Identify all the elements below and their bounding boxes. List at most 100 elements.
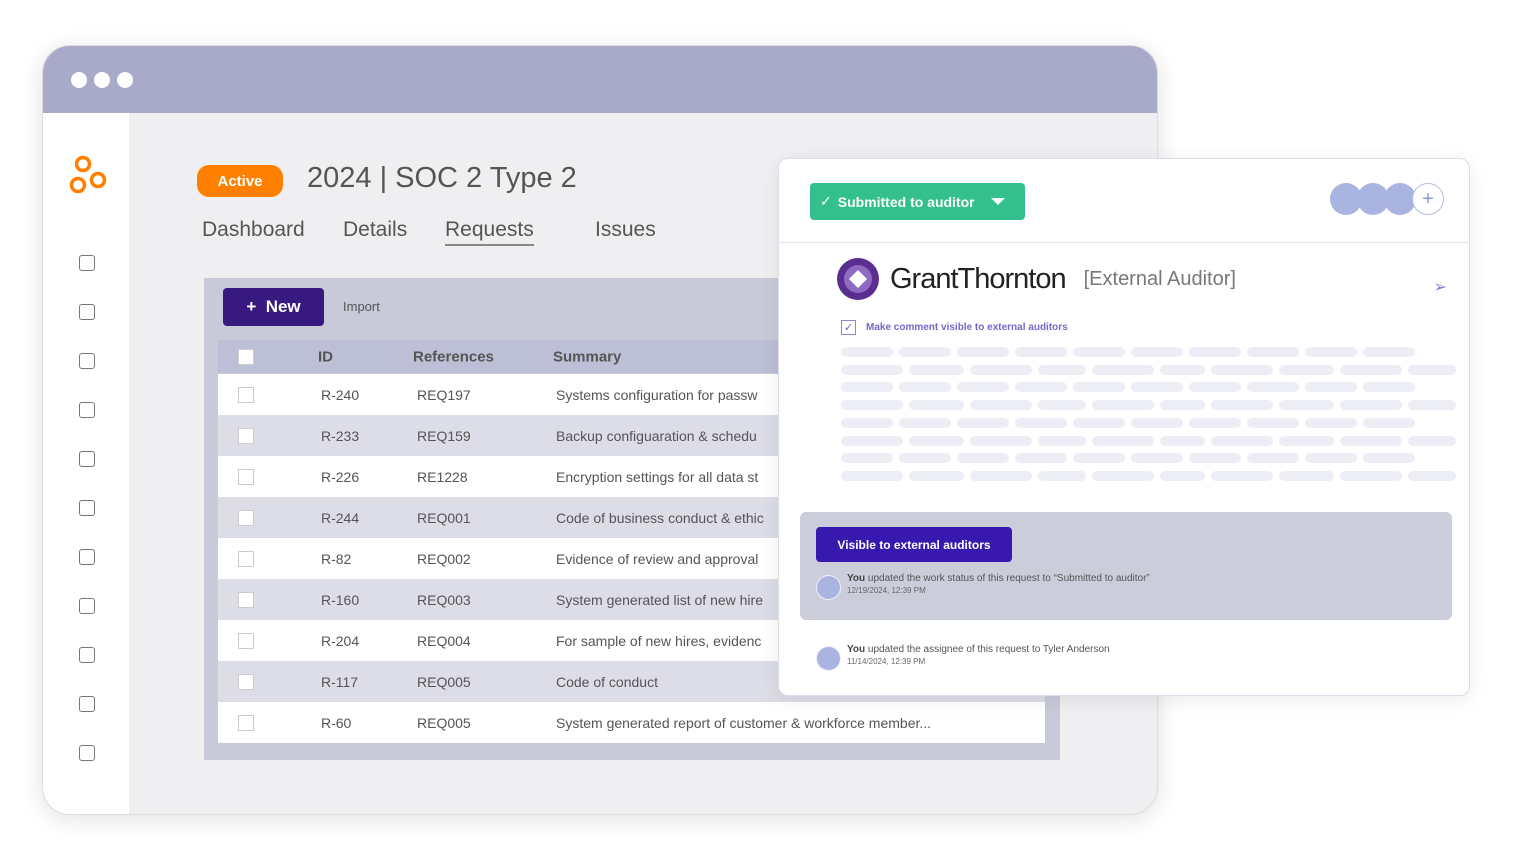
placeholder-bar <box>841 400 903 411</box>
avatar <box>816 646 841 671</box>
app-logo <box>69 155 107 194</box>
row-summary: Code of conduct <box>556 673 658 690</box>
placeholder-bar <box>1073 453 1125 464</box>
status-dropdown[interactable]: ✓ Submitted to auditor <box>810 183 1025 220</box>
divider <box>779 242 1469 243</box>
row-checkbox[interactable] <box>238 632 254 649</box>
row-checkbox[interactable] <box>238 386 254 403</box>
visible-to-auditors-button[interactable]: Visible to external auditors <box>816 527 1012 562</box>
column-id[interactable]: ID <box>318 348 333 365</box>
select-all-checkbox[interactable] <box>238 348 254 365</box>
avatar <box>816 575 841 600</box>
row-reference: REQ005 <box>417 714 471 731</box>
placeholder-bar <box>909 435 964 446</box>
row-checkbox[interactable] <box>238 550 254 567</box>
row-summary: Systems configuration for passw <box>556 386 758 403</box>
cloud-icon[interactable] <box>79 500 95 516</box>
row-reference: REQ001 <box>417 509 471 526</box>
placeholder-bar <box>1092 470 1154 481</box>
placeholder-bar <box>1211 470 1273 481</box>
send-icon[interactable]: ➢ <box>1434 277 1447 297</box>
truck-icon[interactable] <box>79 745 95 761</box>
placeholder-bar <box>1160 400 1205 411</box>
report-icon[interactable] <box>79 549 95 565</box>
placeholder-bar <box>970 364 1032 375</box>
row-checkbox[interactable] <box>238 468 254 485</box>
bookmark-icon[interactable] <box>79 451 95 467</box>
integrations-icon[interactable] <box>79 647 95 663</box>
row-id: R-240 <box>321 386 360 403</box>
placeholder-bar <box>1015 382 1067 393</box>
placeholder-bar <box>1015 453 1067 464</box>
placeholder-bar <box>1211 364 1273 375</box>
placeholder-bar <box>1189 347 1241 357</box>
placeholder-bar <box>1131 347 1183 357</box>
window-maximize-button[interactable] <box>117 71 133 88</box>
window-minimize-button[interactable] <box>94 71 110 88</box>
tab-issues[interactable]: Issues <box>595 218 656 242</box>
new-button[interactable]: + New <box>223 288 324 326</box>
row-summary: Evidence of review and approval <box>556 550 759 567</box>
row-checkbox[interactable] <box>238 714 254 731</box>
placeholder-bar <box>1340 470 1402 481</box>
request-detail-panel: ✓ Submitted to auditor + GrantThornton [… <box>778 158 1470 696</box>
row-checkbox[interactable] <box>238 673 254 690</box>
placeholder-bar <box>1131 382 1183 393</box>
flag-icon[interactable] <box>79 696 95 712</box>
row-summary: System generated report of customer & wo… <box>556 714 932 731</box>
visibility-option[interactable]: ✓ Make comment visible to external audit… <box>841 320 1068 335</box>
tab-dashboard[interactable]: Dashboard <box>202 218 305 242</box>
import-button[interactable]: Import <box>343 299 380 314</box>
placeholder-bar <box>1015 347 1067 357</box>
row-checkbox[interactable] <box>238 591 254 608</box>
dashboard-icon[interactable] <box>79 255 95 271</box>
tab-requests[interactable]: Requests <box>445 218 534 246</box>
row-reference: REQ003 <box>417 591 471 608</box>
row-id: R-117 <box>321 673 359 690</box>
plus-icon: + <box>246 297 266 316</box>
activity-item: You updated the work status of this requ… <box>816 573 1150 600</box>
row-checkbox[interactable] <box>238 427 254 444</box>
placeholder-bar <box>1131 453 1183 464</box>
placeholder-bar <box>970 400 1032 411</box>
column-references[interactable]: References <box>413 348 494 365</box>
placeholder-bar <box>957 382 1009 393</box>
add-assignee-button[interactable]: + <box>1412 183 1444 215</box>
window-close-button[interactable] <box>71 71 87 88</box>
table-row[interactable]: R-60 REQ005 System generated report of c… <box>218 702 1045 743</box>
row-id: R-226 <box>321 468 360 485</box>
placeholder-bar <box>899 417 951 428</box>
visibility-checkbox[interactable]: ✓ <box>841 320 856 335</box>
placeholder-bar <box>970 470 1032 481</box>
placeholder-bar <box>1038 470 1086 481</box>
column-summary[interactable]: Summary <box>553 348 621 365</box>
row-reference: REQ159 <box>417 427 471 444</box>
placeholder-bar <box>1247 453 1299 464</box>
tab-details[interactable]: Details <box>343 218 407 242</box>
placeholder-bar <box>957 417 1009 428</box>
placeholder-bar <box>1160 470 1205 481</box>
placeholder-bar <box>1211 400 1273 411</box>
package-icon[interactable] <box>79 304 95 320</box>
placeholder-bar <box>841 470 903 481</box>
placeholder-bar <box>1408 435 1456 446</box>
placeholder-bar <box>970 435 1032 446</box>
placeholder-bar <box>1279 470 1334 481</box>
placeholder-bar <box>841 382 893 393</box>
placeholder-bar <box>909 400 964 411</box>
placeholder-bar <box>1189 382 1241 393</box>
status-badge: Active <box>197 165 283 197</box>
workflow-icon[interactable] <box>79 402 95 418</box>
placeholder-bar <box>1092 435 1154 446</box>
placeholder-bar <box>841 453 893 464</box>
placeholder-bar <box>1305 382 1357 393</box>
placeholder-bar <box>1092 364 1154 375</box>
row-checkbox[interactable] <box>238 509 254 526</box>
row-id: R-60 <box>321 714 352 731</box>
shield-icon[interactable] <box>79 353 95 369</box>
clipboard-icon[interactable] <box>79 598 95 614</box>
row-summary: System generated list of new hire <box>556 591 763 608</box>
row-reference: REQ004 <box>417 632 471 649</box>
row-id: R-204 <box>321 632 360 649</box>
placeholder-bar <box>1160 364 1205 375</box>
